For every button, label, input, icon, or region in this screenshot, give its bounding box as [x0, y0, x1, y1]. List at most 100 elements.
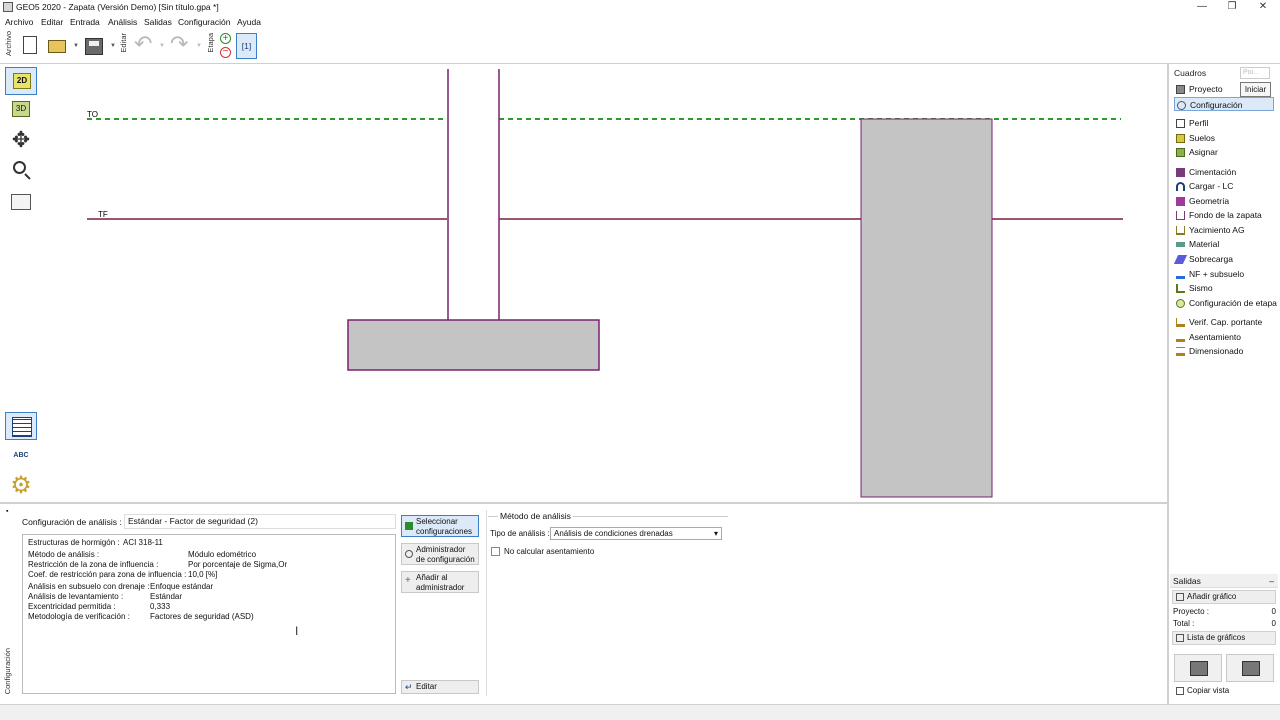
summary-label-restriction-coef: Coef. de restricción para zona de influe… — [28, 570, 187, 579]
frame-item-yacimiento-ag[interactable]: Yacimiento AG — [1174, 223, 1245, 237]
fit-view-button[interactable] — [5, 188, 37, 216]
remove-stage-icon[interactable]: − — [220, 47, 231, 58]
summary-label-methodology: Metodología de verificación : — [28, 612, 130, 621]
frame-item-proyecto[interactable]: Proyecto — [1174, 82, 1223, 96]
profile-icon — [1176, 119, 1185, 128]
frame-item-asignar[interactable]: Asignar — [1174, 145, 1218, 159]
editar-group-label: Editar — [119, 33, 128, 53]
menu-ayuda[interactable]: Ayuda — [237, 17, 261, 27]
print-button[interactable] — [1174, 654, 1222, 682]
frame-item-geometria[interactable]: Geometría — [1174, 194, 1229, 208]
menu-salidas[interactable]: Salidas — [144, 17, 172, 27]
right-panel-splitter[interactable] — [1167, 64, 1169, 704]
frame-item-fondo-zapata[interactable]: Fondo de la zapata — [1174, 208, 1262, 222]
summary-value-eccentricity: 0,333 — [150, 602, 171, 611]
summary-label-eccentricity: Excentricidad permitida : — [28, 602, 116, 611]
gear-icon — [1177, 101, 1186, 110]
menu-configuracion[interactable]: Configuración — [178, 17, 230, 27]
print-export-button[interactable] — [1226, 654, 1274, 682]
summary-value-drained: Enfoque estándar — [150, 582, 214, 591]
select-icon — [405, 522, 413, 530]
frame-item-suelos[interactable]: Suelos — [1174, 131, 1215, 145]
undo-button[interactable]: ↶ — [133, 31, 157, 59]
close-button[interactable]: ✕ — [1249, 1, 1277, 14]
zoom-button[interactable] — [5, 157, 37, 185]
view-3d-icon: 3D — [12, 101, 30, 117]
frame-item-configuracion[interactable]: Configuración — [1174, 97, 1274, 111]
table-icon — [12, 417, 32, 437]
geometry-drawing: TO TF — [87, 69, 1123, 498]
water-level-label: TO — [87, 110, 98, 119]
edit-config-button[interactable]: ↵ Editar — [401, 680, 479, 694]
frame-item-sobrecarga[interactable]: Sobrecarga — [1173, 252, 1233, 266]
summary-value-restriction-coef: 10,0 [%] — [188, 570, 218, 579]
configuration-side-label: Configuración — [3, 648, 12, 695]
text-cursor-icon: I — [295, 624, 299, 638]
table-view-button[interactable] — [5, 412, 37, 440]
frame-item-sismo[interactable]: Sismo — [1174, 281, 1213, 295]
frames-search-input[interactable]: Poi... — [1240, 67, 1270, 79]
add-graphic-button[interactable]: Añadir gráfico — [1172, 590, 1276, 604]
view-2d-icon: 2D — [13, 73, 31, 89]
assign-icon — [1176, 148, 1185, 157]
summary-value-method: Módulo edométrico — [188, 550, 257, 559]
frame-item-nf-subsuelo[interactable]: NF + subsuelo — [1174, 267, 1244, 281]
menu-editar[interactable]: Editar — [41, 17, 63, 27]
dimensioning-icon — [1176, 347, 1185, 356]
new-document-button[interactable] — [17, 33, 41, 59]
terrain-level-label: TF — [98, 210, 108, 219]
settings-button[interactable]: ⚙ — [5, 472, 37, 500]
move-button[interactable]: ✥ — [5, 127, 37, 155]
add-stage-icon[interactable]: + — [220, 33, 231, 44]
frame-item-perfil[interactable]: Perfil — [1174, 116, 1208, 130]
bearing-capacity-icon — [1176, 318, 1185, 327]
select-configurations-button[interactable]: Seleccionar configuraciones — [401, 515, 479, 537]
menu-entrada[interactable]: Entrada — [70, 17, 100, 27]
soils-icon — [1176, 134, 1185, 143]
summary-label-drained: Análisis en subsuelo con drenaje : — [28, 582, 150, 591]
frame-item-asentamiento[interactable]: Asentamiento — [1174, 330, 1241, 344]
menu-analisis[interactable]: Análisis — [108, 17, 137, 27]
redo-dropdown-arrow[interactable]: ▼ — [196, 43, 202, 49]
minimize-button[interactable]: — — [1188, 1, 1216, 14]
frame-item-cargar-lc[interactable]: Cargar - LC — [1174, 179, 1233, 193]
frame-item-material[interactable]: Material — [1174, 237, 1219, 251]
geometry-icon — [1176, 197, 1185, 206]
configuration-manager-button[interactable]: Administrador de configuración — [401, 543, 479, 565]
analysis-type-select[interactable]: Análisis de condiciones drenadas — [550, 527, 722, 540]
frame-item-verif-cap-portante[interactable]: Verif. Cap. portante — [1174, 315, 1262, 329]
drawing-canvas[interactable]: TO TF — [41, 64, 1167, 502]
save-dropdown-arrow[interactable]: ▼ — [110, 43, 116, 49]
copy-view-icon — [1176, 687, 1184, 695]
add-graphic-icon — [1176, 593, 1184, 601]
outputs-collapse-button[interactable]: – — [1269, 574, 1274, 588]
view-2d-button[interactable]: 2D — [5, 67, 37, 95]
view-3d-button[interactable]: 3D — [5, 96, 37, 124]
copy-view-button[interactable]: Copiar vista — [1172, 684, 1276, 698]
stage-tab-1[interactable]: [1] — [236, 33, 257, 59]
redo-button[interactable]: ↷ — [169, 31, 193, 59]
frame-item-dimensionado[interactable]: Dimensionado — [1174, 344, 1243, 358]
panel-pin-icon[interactable]: ▪ — [6, 508, 8, 515]
menu-archivo[interactable]: Archivo — [5, 17, 33, 27]
save-button[interactable] — [82, 33, 106, 59]
footing-block[interactable] — [347, 319, 600, 371]
settlement-icon — [1176, 333, 1185, 342]
analysis-config-field[interactable]: Estándar - Factor de seguridad (2) — [124, 514, 396, 529]
outputs-total-row: Total : 0 — [1173, 619, 1276, 628]
project-icon — [1176, 85, 1185, 94]
frame-item-configuracion-etapa[interactable]: Configuración de etapa — [1174, 296, 1277, 310]
add-to-manager-button[interactable]: + Añadir al administrador — [401, 571, 479, 593]
foundation-icon — [1176, 168, 1185, 177]
open-file-button[interactable] — [45, 33, 69, 59]
labels-button[interactable]: ABC — [5, 442, 37, 470]
restore-button[interactable]: ❐ — [1218, 1, 1246, 14]
summary-label-concrete: Estructuras de hormigón : — [28, 538, 120, 547]
outputs-project-row: Proyecto : 0 — [1173, 607, 1276, 616]
no-settlement-checkbox[interactable] — [491, 547, 500, 556]
frame-item-cimentacion[interactable]: Cimentación — [1174, 165, 1236, 179]
undo-dropdown-arrow[interactable]: ▼ — [159, 43, 165, 49]
soil-profile-column[interactable] — [860, 118, 993, 498]
graphics-list-button[interactable]: Lista de gráficos — [1172, 631, 1276, 645]
open-dropdown-arrow[interactable]: ▼ — [73, 43, 79, 49]
